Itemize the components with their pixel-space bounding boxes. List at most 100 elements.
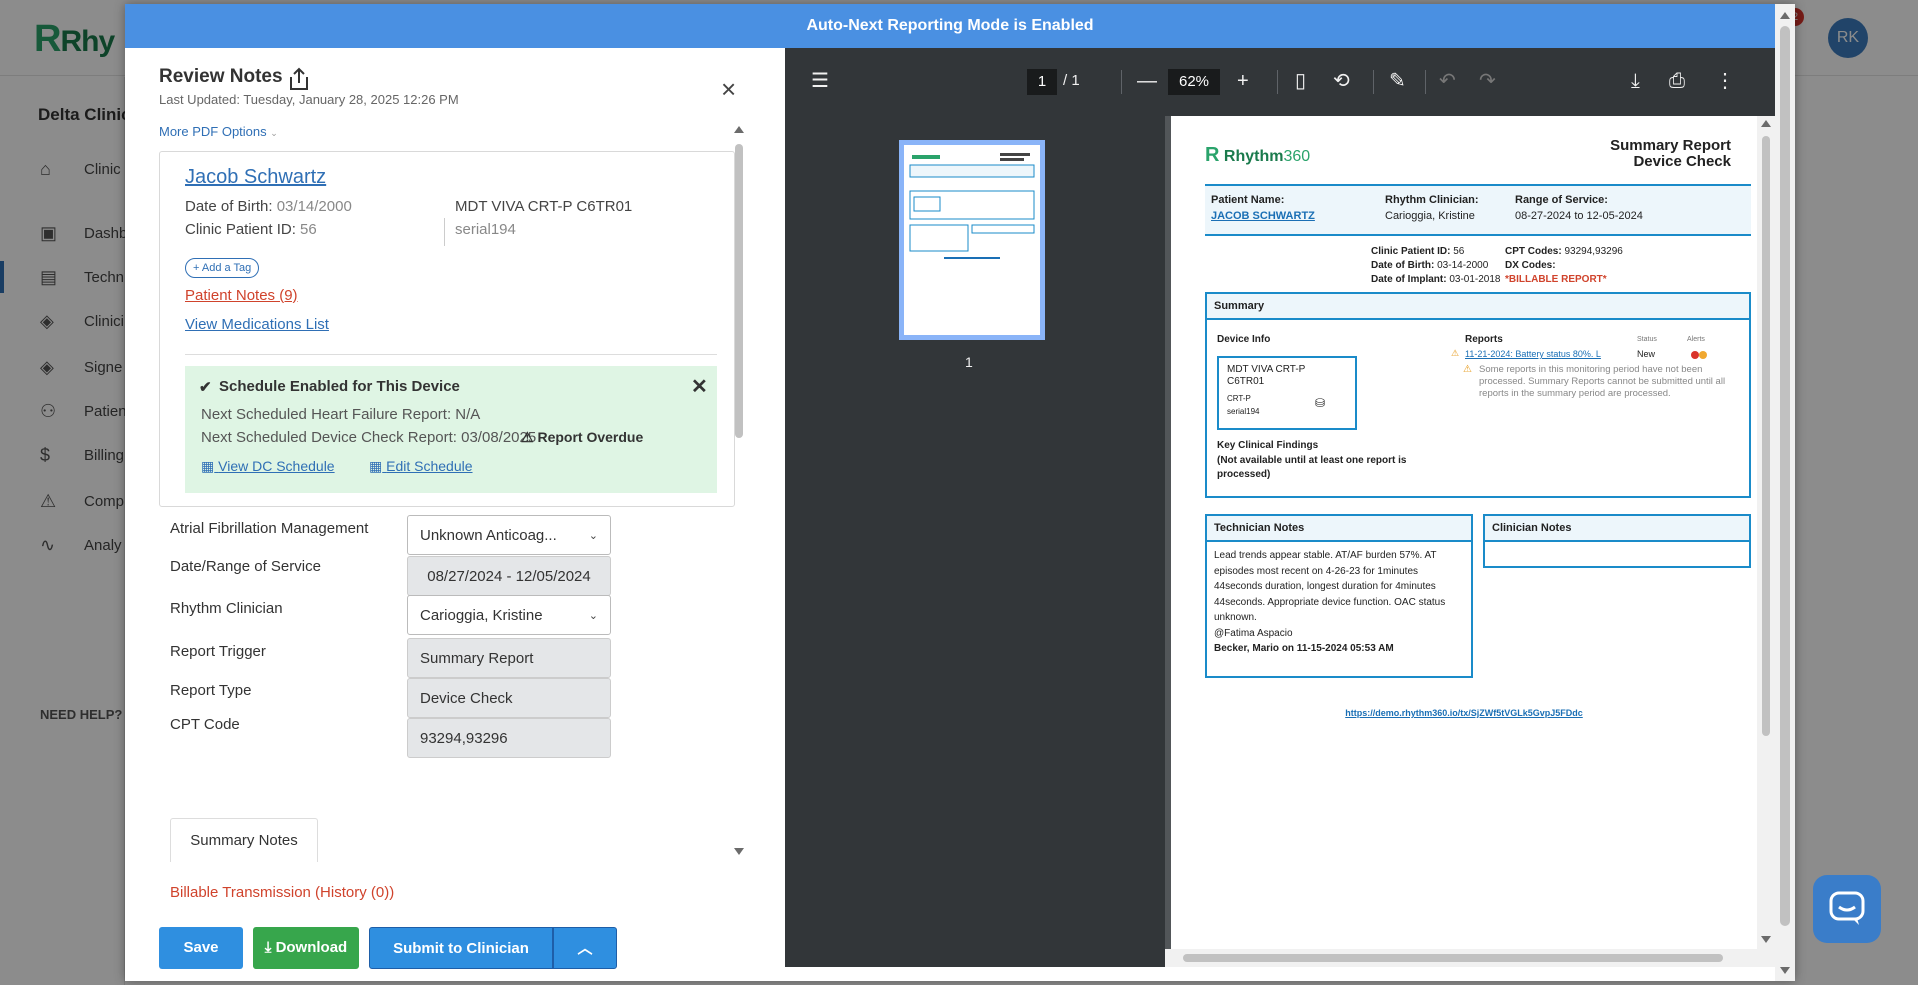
report-link[interactable]: 11-21-2024: Battery status 80%. L — [1465, 349, 1601, 359]
share-icon[interactable] — [287, 66, 311, 92]
view-medications-link[interactable]: View Medications List — [185, 316, 329, 333]
scrollbar-thumb[interactable] — [1762, 136, 1770, 736]
report-device-type: CRT-P — [1227, 394, 1251, 403]
view-dc-schedule-link[interactable]: ▦ View DC Schedule — [201, 458, 335, 475]
key-findings-heading: Key Clinical Findings — [1217, 440, 1319, 451]
calendar-icon: ▦ — [201, 458, 215, 474]
more-options-icon[interactable]: ⋮ — [1715, 70, 1735, 92]
rotate-icon[interactable]: ⟲ — [1333, 70, 1350, 92]
report-url-link[interactable]: https://demo.rhythm360.io/tx/SjZWf5tVGLk… — [1171, 708, 1757, 718]
edit-schedule-link[interactable]: ▦ Edit Schedule — [369, 458, 473, 475]
patient-card: Jacob Schwartz Date of Birth: 03/14/2000… — [159, 151, 735, 507]
scroll-down-icon[interactable] — [734, 848, 744, 855]
redo-icon[interactable]: ↷ — [1479, 70, 1496, 92]
key-findings-note: (Not available until at least one report… — [1217, 455, 1407, 480]
pdf-page-area: R Rhythm360 Summary Report Device Check P… — [1165, 116, 1775, 967]
device-icon: ⛁ — [1315, 396, 1326, 410]
calendar-icon: ▦ — [369, 458, 383, 474]
dob-row: Date of Birth: 03/14/2000 — [185, 198, 352, 215]
technician-notes-heading: Technician Notes — [1207, 516, 1471, 542]
pdf-horizontal-scrollbar[interactable] — [1165, 949, 1775, 967]
billable-report-tag: *BILLABLE REPORT* — [1505, 274, 1607, 285]
zoom-in-icon[interactable]: + — [1237, 70, 1249, 92]
technician-signature: Becker, Mario on 11-15-2024 05:53 AM — [1214, 643, 1394, 654]
pdf-vertical-scrollbar[interactable] — [1757, 116, 1775, 949]
scroll-up-icon[interactable] — [1761, 120, 1771, 127]
page-total: / 1 — [1063, 72, 1080, 89]
af-management-select[interactable]: Unknown Anticoag... ⌄ — [407, 515, 611, 555]
device-info-heading: Device Info — [1217, 334, 1271, 345]
close-icon[interactable]: ✕ — [691, 374, 708, 399]
download-icon: ⤓ — [264, 939, 272, 956]
report-overdue: ⚠ Report Overdue — [521, 429, 644, 445]
clinician-notes-section: Clinician Notes — [1483, 514, 1751, 568]
divider — [1277, 70, 1278, 94]
print-icon[interactable]: ⎙ — [1669, 70, 1685, 92]
tab-summary-notes[interactable]: Summary Notes — [170, 818, 318, 862]
report-title: Summary Report Device Check — [1610, 137, 1731, 170]
page-thumbnail[interactable] — [899, 140, 1045, 340]
more-pdf-options-link[interactable]: More PDF Options ⌄ — [159, 124, 278, 139]
range-cell: Range of Service: 08-27-2024 to 12-05-202… — [1515, 194, 1643, 222]
scroll-down-icon[interactable] — [1761, 936, 1771, 943]
auto-next-banner: Auto-Next Reporting Mode is Enabled — [125, 4, 1775, 48]
close-icon[interactable]: × — [721, 76, 736, 102]
thumbnail-page-number: 1 — [965, 354, 973, 370]
pdf-viewer: ☰ 1 / 1 — 62% + ▯ ⟲ ✎ ↶ ↷ ⤓ ⎙ ⋮ 1 R Rhyt… — [785, 48, 1775, 967]
billable-transmission-link[interactable]: Billable Transmission (History (0)) — [170, 884, 394, 901]
alert-orange-icon — [1699, 351, 1707, 359]
report-cpt: CPT Codes: 93294,93296 — [1505, 246, 1623, 257]
chat-support-button[interactable] — [1813, 875, 1881, 943]
page-number-input[interactable]: 1 — [1027, 69, 1057, 95]
fit-page-icon[interactable]: ▯ — [1295, 70, 1306, 92]
reports-heading: Reports — [1465, 334, 1503, 345]
scroll-up-icon[interactable] — [734, 126, 744, 133]
technician-mention: @Fatima Aspacio — [1214, 627, 1293, 639]
scroll-down-icon[interactable] — [1780, 967, 1790, 974]
add-tag-button[interactable]: + Add a Tag — [185, 258, 260, 278]
date-range-label: Date/Range of Service — [170, 558, 321, 575]
panel-title: Review Notes — [159, 66, 283, 87]
undo-icon[interactable]: ↶ — [1439, 70, 1456, 92]
alert-badges — [1691, 350, 1707, 362]
review-modal: Auto-Next Reporting Mode is Enabled Revi… — [125, 4, 1795, 981]
scrollbar-thumb[interactable] — [1780, 26, 1790, 926]
next-dc-report: Next Scheduled Device Check Report: 03/0… — [201, 429, 537, 446]
schedule-title: Schedule Enabled for This Device — [219, 378, 460, 395]
report-type-field: Device Check — [407, 678, 611, 718]
chat-icon — [1829, 891, 1865, 925]
download-icon[interactable]: ⤓ — [1631, 70, 1640, 92]
save-button[interactable]: Save — [159, 927, 243, 969]
rhythm-clinician-select[interactable]: Carioggia, Kristine ⌄ — [407, 595, 611, 635]
next-hf-report: Next Scheduled Heart Failure Report: N/A — [201, 406, 481, 423]
scroll-up-icon[interactable] — [1780, 12, 1790, 19]
menu-icon[interactable]: ☰ — [811, 70, 829, 92]
chevron-down-icon: ⌄ — [588, 530, 598, 542]
report-status: New — [1637, 349, 1656, 359]
submit-options-button[interactable]: ︿ — [553, 927, 617, 969]
download-button[interactable]: ⤓ Download — [253, 927, 359, 969]
patient-name-link[interactable]: Jacob Schwartz — [185, 166, 326, 189]
scrollbar-thumb[interactable] — [735, 144, 743, 438]
patient-notes-link[interactable]: Patient Notes (9) — [185, 287, 298, 304]
zoom-out-icon[interactable]: — — [1137, 70, 1157, 92]
af-management-label: Atrial Fibrillation Management — [170, 520, 369, 537]
scrollbar-thumb[interactable] — [1183, 954, 1723, 962]
submit-to-clinician-button[interactable]: Submit to Clinician — [369, 927, 553, 969]
report-dx: DX Codes: — [1505, 260, 1556, 271]
annotate-icon[interactable]: ✎ — [1389, 70, 1406, 92]
zoom-input[interactable]: 62% — [1168, 69, 1220, 95]
status-heading: Status — [1637, 336, 1657, 343]
modal-scrollbar[interactable] — [1775, 4, 1795, 981]
warning-icon: ⚠ — [1463, 364, 1472, 375]
divider — [1373, 70, 1374, 94]
report-device-name: MDT VIVA CRT-P C6TR01 — [1227, 364, 1306, 387]
report-cpid: Clinic Patient ID: 56 — [1371, 246, 1465, 257]
report-patient-link[interactable]: JACOB SCHWARTZ — [1211, 210, 1315, 222]
report-type-label: Report Type — [170, 682, 252, 699]
pdf-toolbar: ☰ 1 / 1 — 62% + ▯ ⟲ ✎ ↶ ↷ ⤓ ⎙ ⋮ — [785, 48, 1775, 116]
technician-notes-text: Lead trends appear stable. AT/AF burden … — [1214, 550, 1446, 623]
technician-notes-body: Lead trends appear stable. AT/AF burden … — [1207, 542, 1471, 663]
thumbnail-preview — [909, 153, 1035, 259]
cpt-code-field: 93294,93296 — [407, 718, 611, 758]
